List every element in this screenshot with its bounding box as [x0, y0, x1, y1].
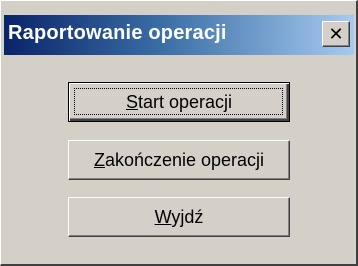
dialog-content: Start operacji Zakończenie operacji Wyjd… — [4, 55, 354, 261]
title-bar[interactable]: Raportowanie operacji ✕ — [4, 15, 354, 55]
exit-label-rest: yjdź — [171, 206, 204, 227]
exit-button[interactable]: Wyjdź — [68, 197, 290, 237]
start-operation-label: Start operacji — [126, 92, 232, 113]
dialog-window: Raportowanie operacji ✕ Start operacji Z… — [0, 0, 358, 266]
end-operation-label-rest: akończenie operacji — [104, 149, 265, 170]
close-icon: ✕ — [328, 23, 344, 45]
exit-label: Wyjdź — [155, 207, 204, 228]
window-title: Raportowanie operacji — [8, 22, 227, 44]
exit-accelerator: W — [154, 206, 172, 227]
end-operation-button[interactable]: Zakończenie operacji — [68, 140, 290, 180]
end-operation-label: Zakończenie operacji — [94, 150, 264, 171]
start-operation-button[interactable]: Start operacji — [68, 82, 290, 122]
end-operation-accelerator: Z — [93, 149, 105, 170]
start-operation-accelerator: S — [125, 91, 138, 112]
close-button[interactable]: ✕ — [322, 21, 350, 47]
start-operation-label-rest: tart operacji — [137, 91, 233, 112]
